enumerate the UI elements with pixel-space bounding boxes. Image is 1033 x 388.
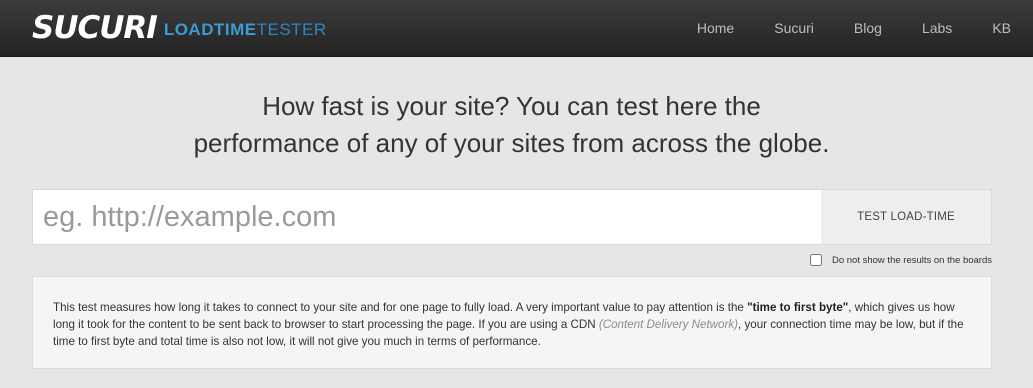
hide-results-option: Do not show the results on the boards [809, 254, 992, 266]
info-panel: This test measures how long it takes to … [32, 276, 992, 369]
sucuri-logo: SUCURI [32, 10, 158, 46]
info-cdn-note: (Content Delivery Network) [598, 318, 739, 331]
headline-line-2: performance of any of your sites from ac… [193, 128, 830, 158]
wordmark-thin: TESTER [256, 20, 327, 39]
hide-results-checkbox[interactable] [809, 254, 822, 266]
nav-kb-link[interactable]: KB [992, 0, 1011, 57]
main-nav: Home Sucuri Blog Labs KB [697, 0, 1011, 57]
url-test-form: TEST LOAD-TIME [32, 189, 992, 245]
nav-home-link[interactable]: Home [697, 0, 734, 57]
test-load-time-button[interactable]: TEST LOAD-TIME [821, 190, 991, 244]
info-text-part-1: This test measures how long it takes to … [53, 301, 748, 314]
nav-sucuri-link[interactable]: Sucuri [774, 0, 814, 57]
nav-labs-link[interactable]: Labs [922, 0, 952, 57]
brand-logo-link[interactable]: SUCURI LOADTIMETESTER [32, 11, 327, 45]
top-navbar: SUCURI LOADTIMETESTER Home Sucuri Blog L… [0, 0, 1033, 57]
hide-results-label[interactable]: Do not show the results on the boards [832, 255, 992, 266]
headline-line-1: How fast is your site? You can test here… [262, 91, 761, 121]
nav-blog-link[interactable]: Blog [854, 0, 882, 57]
info-text: This test measures how long it takes to … [53, 299, 971, 350]
loadtime-tester-wordmark: LOADTIMETESTER [164, 20, 327, 40]
wordmark-bold: LOADTIME [163, 20, 257, 39]
page-headline: How fast is your site? You can test here… [0, 88, 1023, 162]
url-input[interactable] [33, 190, 821, 244]
info-emphasis: "time to first byte" [747, 301, 849, 314]
